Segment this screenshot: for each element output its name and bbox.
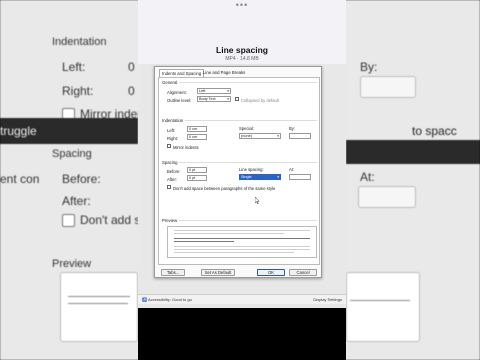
bg-at-field — [358, 186, 416, 208]
video-subtitle: MP4 · 14.8 MB — [225, 56, 259, 62]
preview-line — [174, 230, 310, 231]
special-value: (none) — [241, 134, 252, 138]
divider — [179, 220, 317, 221]
bg-left-value: 0 — [128, 60, 135, 74]
special-label: Special: — [239, 126, 254, 131]
bg-preview-line — [68, 296, 130, 297]
indent-left-input[interactable]: 0 cm — [187, 126, 207, 132]
preview-box — [167, 226, 317, 258]
divider — [179, 162, 317, 163]
bg-dont-add-checkbox — [62, 214, 75, 227]
paragraph-dialog: Indents and Spacing Line and Page Breaks… — [154, 66, 322, 278]
indent-by-label: By: — [289, 126, 296, 131]
preview-line — [174, 246, 310, 247]
bg-dark-band-right — [346, 140, 480, 164]
alignment-select[interactable]: Left ▾ — [197, 88, 231, 94]
mirror-indents-label: Mirror indents — [173, 145, 199, 150]
display-settings[interactable]: Display Settings — [313, 297, 342, 302]
bg-preview-line — [350, 300, 410, 301]
bg-preview-label: Preview — [52, 258, 92, 270]
bg-spacing-text: to spacc — [412, 124, 457, 138]
tab-line-and-page-breaks[interactable]: Line and Page Breaks — [201, 69, 247, 77]
phone-frame: ••• Line spacing MP4 · 14.8 MB Indents a… — [138, 0, 346, 360]
outline-level-select[interactable]: Body Text ▾ — [197, 96, 231, 102]
collapsed-label: Collapsed by default — [241, 98, 279, 103]
video-title: Line spacing — [216, 45, 268, 55]
chevron-down-icon: ▾ — [277, 175, 279, 179]
preview-line — [174, 233, 284, 234]
chevron-down-icon: ▾ — [227, 89, 229, 93]
dont-add-space-checkbox[interactable] — [167, 185, 171, 189]
preview-line — [174, 241, 234, 242]
indent-left-label: Left: — [167, 128, 176, 133]
divider — [179, 82, 317, 83]
indent-right-label: Right: — [167, 136, 178, 141]
set-as-default-button[interactable]: Set As Default — [201, 269, 235, 276]
outline-level-label: Outline level: — [167, 98, 192, 103]
preview-line — [174, 249, 310, 250]
bg-preview-line — [68, 303, 128, 304]
special-select[interactable]: (none) ▾ — [239, 133, 281, 139]
phone-header: ••• Line spacing MP4 · 14.8 MB — [138, 0, 346, 64]
tab-content: General Alignment: Left ▾ Outline level:… — [158, 77, 320, 265]
divider — [185, 120, 317, 121]
bg-struggle-text: truggle — [0, 124, 37, 138]
spacing-section-title: Spacing — [162, 160, 178, 165]
line-spacing-label: Line spacing: — [239, 167, 264, 172]
bg-by-label: By: — [360, 60, 378, 74]
at-label: At: — [289, 167, 295, 172]
after-label: After: — [167, 177, 178, 182]
cancel-button[interactable]: Cancel — [289, 269, 317, 276]
bg-indentation-label: Indentation — [52, 36, 107, 48]
bg-left-label: Left: — [62, 60, 86, 74]
accessibility-status[interactable]: Accessibility: Good to go — [148, 297, 192, 302]
ok-button[interactable]: OK — [257, 269, 285, 276]
collapsed-checkbox[interactable] — [235, 97, 239, 101]
accessibility-icon: ♿ — [142, 297, 147, 302]
outline-level-value: Body Text — [199, 97, 216, 101]
general-section-title: General — [162, 80, 178, 85]
line-spacing-value: Single — [241, 175, 252, 179]
alignment-value: Left — [199, 89, 206, 93]
dont-add-space-label: Don't add space between paragraphs of th… — [173, 186, 276, 191]
preview-line — [174, 238, 310, 239]
indentation-section-title: Indentation — [162, 118, 184, 123]
after-input[interactable]: 0 pt — [187, 175, 207, 181]
bg-content-text: ent con — [0, 172, 40, 186]
bg-at-label: At: — [360, 170, 375, 184]
bg-right-value: 0 — [128, 84, 135, 98]
alignment-label: Alignment: — [167, 90, 187, 95]
tabs-button[interactable]: Tabs... — [161, 269, 185, 276]
chevron-down-icon: ▾ — [227, 97, 229, 101]
bg-preview-box-right — [346, 272, 420, 342]
more-icon[interactable]: ••• — [235, 1, 249, 10]
bg-before-label: Before: — [62, 172, 101, 186]
bg-after-label: After: — [62, 194, 91, 208]
bg-spacing-label: Spacing — [52, 148, 92, 160]
bg-preview-box — [60, 272, 138, 342]
bg-right-label: Right: — [62, 84, 94, 98]
mirror-indents-checkbox[interactable] — [167, 144, 171, 148]
bg-by-field — [360, 76, 416, 98]
screen: Indentation Left: Right: 0 0 By: Mirror … — [0, 0, 480, 360]
at-input[interactable] — [289, 174, 311, 180]
preview-section-title: Preview — [162, 218, 178, 223]
before-input[interactable]: 0 pt — [187, 167, 207, 173]
status-bar: ♿ Accessibility: Good to go Display Sett… — [138, 294, 346, 304]
mouse-cursor-icon — [255, 197, 260, 204]
chevron-down-icon: ▾ — [277, 134, 279, 138]
indent-right-input[interactable]: 0 cm — [187, 134, 207, 140]
before-label: Before: — [167, 169, 181, 174]
line-spacing-select[interactable]: Single ▾ — [239, 174, 281, 180]
preview-line — [174, 252, 294, 253]
indent-by-input[interactable] — [289, 133, 311, 139]
tab-indents-and-spacing[interactable]: Indents and Spacing — [159, 69, 205, 77]
